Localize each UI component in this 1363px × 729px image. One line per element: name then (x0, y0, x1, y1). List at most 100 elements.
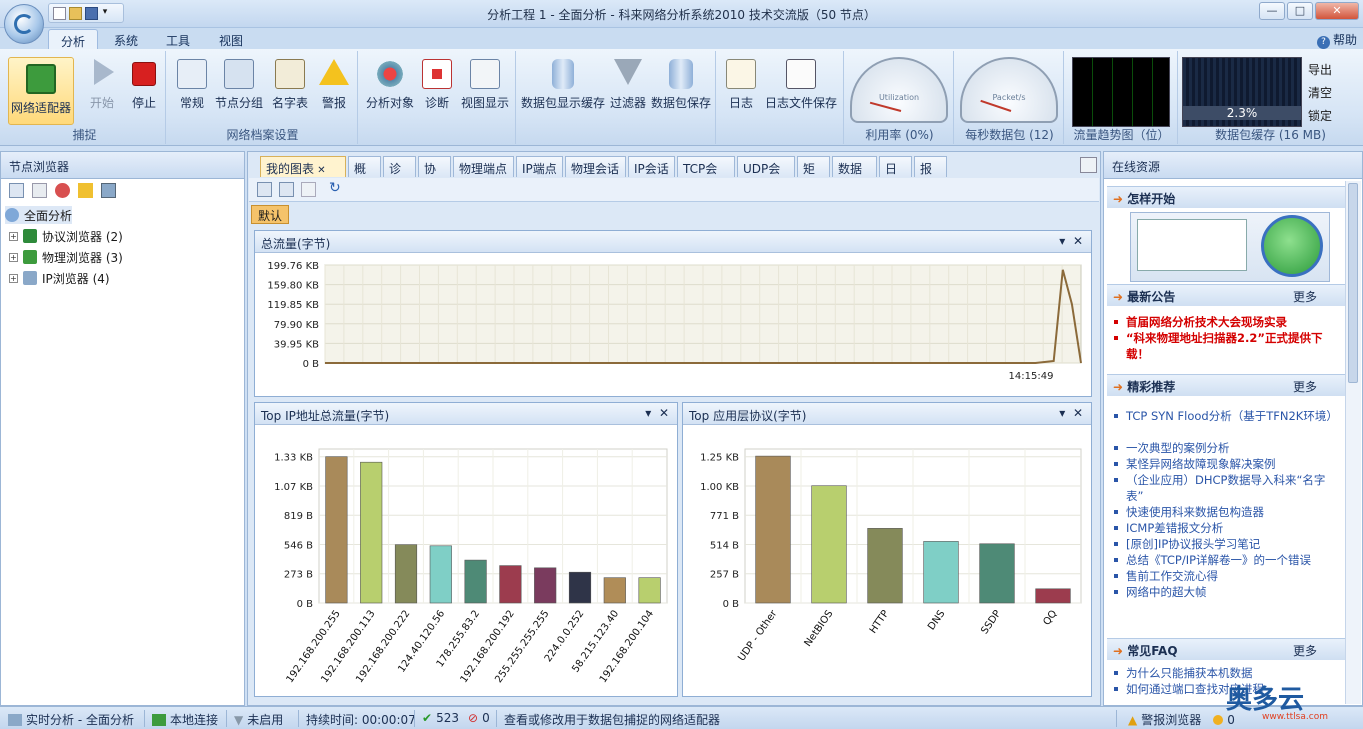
featured-item[interactable]: TCP SYN Flood分析（基于TFN2K环境） (1114, 408, 1341, 424)
stop-button[interactable]: 停止 (126, 59, 162, 111)
faq-more-link[interactable]: 更多 (1293, 642, 1317, 659)
app-menu-button[interactable] (4, 4, 44, 44)
featured-item[interactable]: 售前工作交流心得 (1114, 568, 1341, 584)
featured-item[interactable]: 快速使用科来数据包构造器 (1114, 504, 1341, 520)
start-button[interactable]: 开始 (84, 59, 120, 111)
bar (325, 456, 348, 604)
status-filter[interactable]: ▼ 未启用 (234, 711, 283, 728)
tree-item-protocol[interactable]: + 协议浏览器 (2) (9, 227, 123, 245)
featured-item[interactable]: 总结《TCP/IP详解卷一》的一个错误 (1114, 552, 1341, 568)
getting-started-thumbnail[interactable] (1130, 212, 1330, 282)
save-icon[interactable] (85, 6, 98, 20)
analysis-object-button[interactable]: 分析对象 (364, 59, 416, 111)
doc-tab-6[interactable]: 物理会话 (565, 156, 626, 177)
online-resources-scrollbar[interactable] (1345, 181, 1361, 704)
log-file-save-button[interactable]: 日志文件保存 (762, 59, 840, 111)
tree-item-physical[interactable]: + 物理浏览器 (3) (9, 248, 123, 266)
pps-label: 每秒数据包 (12) (965, 128, 1054, 142)
buffer-percent: 2.3% (1183, 106, 1301, 120)
doc-tab-0[interactable]: 我的图表 ✕ (260, 156, 346, 177)
doc-tab-1[interactable]: 概要 (348, 156, 381, 193)
news-item[interactable]: “科来物理地址扫描器2.2”正式提供下载！ (1114, 330, 1341, 362)
expand-icon[interactable]: + (9, 273, 18, 283)
dropdown-icon[interactable]: ▾ (1059, 234, 1065, 248)
packet-display-buffer-button[interactable]: 数据包显示缓存 (520, 59, 606, 111)
alarm-browser-button[interactable]: ▲ 警报浏览器 0 (1128, 711, 1235, 728)
name-table-button[interactable]: 名字表 (268, 59, 312, 111)
minimize-button[interactable]: — (1259, 2, 1285, 20)
doc-tab-4[interactable]: 物理端点 (453, 156, 514, 177)
node-group-button[interactable]: 节点分组 (214, 59, 264, 111)
export-button[interactable]: 导出 (1308, 59, 1332, 82)
doc-tab-8[interactable]: TCP会话 (677, 156, 735, 193)
doc-tab-12[interactable]: 日志 (879, 156, 912, 193)
packet-save-button[interactable]: 数据包保存 (650, 59, 712, 111)
dropdown-icon[interactable]: ▾ (1059, 406, 1065, 420)
expand-icon[interactable]: + (9, 252, 18, 262)
tab-tools[interactable]: 工具 (154, 29, 202, 50)
clear-button[interactable]: 清空 (1308, 82, 1332, 105)
close-tab-icon[interactable]: ✕ (314, 165, 325, 176)
doc-tab-2[interactable]: 诊断 (383, 156, 416, 193)
status-connection[interactable]: 本地连接 (152, 711, 218, 728)
status-mode[interactable]: 实时分析 - 全面分析 (8, 711, 134, 728)
featured-more-link[interactable]: 更多 (1293, 378, 1317, 395)
filter-node-icon[interactable] (32, 183, 47, 198)
view-display-button[interactable]: 视图显示 (458, 59, 512, 111)
alarm-node-icon[interactable] (78, 183, 93, 198)
bar (394, 544, 418, 604)
default-layout-tab[interactable]: 默认 (251, 205, 290, 224)
diagnosis-button[interactable]: 诊断 (420, 59, 454, 111)
howto-title[interactable]: 怎样开始 (1127, 192, 1175, 206)
help-button[interactable]: ? 帮助 (1316, 31, 1357, 49)
lock-button[interactable]: 锁定 (1308, 105, 1332, 128)
close-panel-icon[interactable]: ✕ (1073, 234, 1083, 248)
featured-item[interactable]: 网络中的超大帧 (1114, 584, 1341, 600)
general-button[interactable]: 常规 (174, 59, 210, 111)
doc-tab-11[interactable]: 数据包 (832, 156, 877, 193)
maximize-button[interactable]: □ (1287, 2, 1313, 20)
layout-chart-icon[interactable] (279, 182, 294, 197)
doc-tab-9[interactable]: UDP会话 (737, 156, 795, 193)
doc-tab-5[interactable]: IP端点 (516, 156, 563, 177)
doc-tab-3[interactable]: 协议 (418, 156, 451, 193)
tab-analysis[interactable]: 分析 (48, 29, 99, 50)
group-node-icon[interactable] (55, 183, 70, 198)
dropdown-icon[interactable]: ▾ (645, 406, 651, 420)
tab-view[interactable]: 视图 (207, 29, 255, 50)
doc-tab-13[interactable]: 报表 (914, 156, 947, 193)
news-item[interactable]: 首届网络分析技术大会现场实录 (1114, 314, 1341, 330)
tab-list-icon[interactable] (1080, 157, 1097, 173)
featured-item[interactable]: ICMP差错报文分析 (1114, 520, 1341, 536)
open-folder-icon[interactable] (69, 6, 82, 20)
featured-item[interactable]: 某怪异网络故障现象解决案例 (1114, 456, 1341, 472)
analysis-object-label: 分析对象 (365, 96, 414, 110)
y-tick-label: 819 B (284, 511, 313, 522)
expand-icon[interactable]: + (9, 231, 18, 241)
remove-chart-icon[interactable] (301, 182, 316, 197)
news-more-link[interactable]: 更多 (1293, 288, 1317, 305)
new-file-icon[interactable] (53, 6, 66, 20)
add-chart-icon[interactable] (257, 182, 272, 197)
doc-tab-10[interactable]: 矩阵 (797, 156, 830, 193)
tree-item-ip[interactable]: + IP浏览器 (4) (9, 269, 110, 287)
tree-root-full-analysis[interactable]: 全面分析 (5, 206, 73, 224)
add-node-icon[interactable] (9, 183, 24, 198)
close-panel-icon[interactable]: ✕ (659, 406, 669, 420)
refresh-icon[interactable]: ↻ (329, 180, 341, 196)
close-button[interactable]: ✕ (1315, 2, 1359, 20)
scrollbar-thumb[interactable] (1348, 183, 1358, 383)
dropdown-chevron-icon[interactable]: ▾ (101, 7, 109, 20)
tab-system[interactable]: 系统 (102, 29, 150, 50)
alarm-button[interactable]: 警报 (316, 59, 352, 111)
featured-item[interactable]: （企业应用）DHCP数据导入科来“名字表” (1114, 472, 1341, 504)
utilization-label: 利用率 (0%) (865, 128, 934, 142)
settings-node-icon[interactable] (101, 183, 116, 198)
network-adapter-button[interactable]: 网络适配器 (8, 57, 74, 125)
featured-item[interactable]: 一次典型的案例分析 (1114, 440, 1341, 456)
filter-button[interactable]: 过滤器 (608, 59, 648, 111)
featured-item[interactable]: [原创]IP协议报头学习笔记 (1114, 536, 1341, 552)
doc-tab-7[interactable]: IP会话 (628, 156, 675, 177)
close-panel-icon[interactable]: ✕ (1073, 406, 1083, 420)
log-button[interactable]: 日志 (724, 59, 758, 111)
